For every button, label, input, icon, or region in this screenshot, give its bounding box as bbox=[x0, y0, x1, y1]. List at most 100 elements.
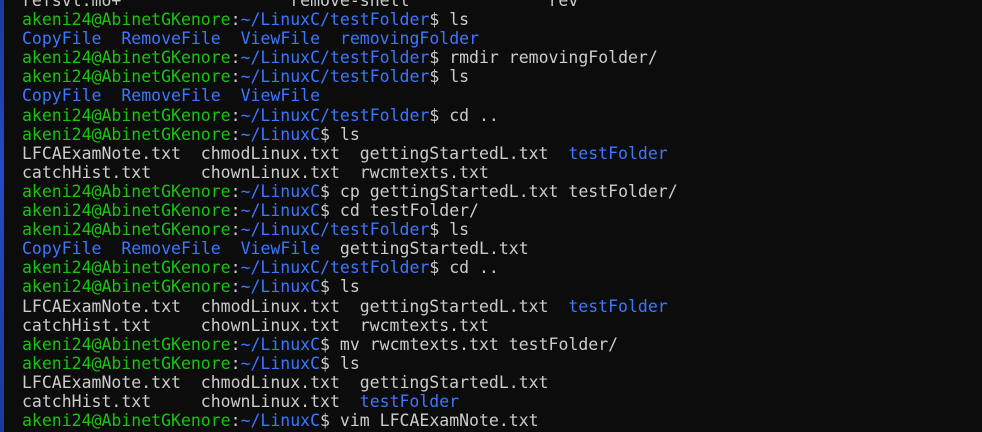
command-line: akeni24@AbinetGKenore:~/LinuxC/testFolde… bbox=[22, 106, 678, 125]
prompt-user: akeni24@AbinetGKenore bbox=[22, 353, 231, 373]
prompt-path: ~/LinuxC bbox=[240, 334, 321, 354]
prompt-separator: : bbox=[230, 181, 241, 201]
command-text: cd .. bbox=[449, 258, 499, 278]
command-text: ls bbox=[339, 353, 360, 373]
prompt-symbol: $ bbox=[320, 201, 340, 221]
command-text: vim LFCAExamNote.txt bbox=[339, 411, 539, 431]
output-line: catchHist.txt chownLinux.txt testFolder bbox=[22, 392, 678, 411]
output-line: catchHist.txt chownLinux.txt rwcmtexts.t… bbox=[22, 316, 678, 335]
command-text: rmdir removingFolder/ bbox=[449, 48, 658, 68]
prompt-symbol: $ bbox=[429, 258, 450, 278]
prompt-separator: : bbox=[230, 105, 241, 125]
prompt-user: akeni24@AbinetGKenore bbox=[22, 334, 231, 354]
output-text: LFCAExamNote.txt chmodLinux.txt gettingS… bbox=[22, 296, 569, 316]
output-text: gettingStartedL.txt bbox=[320, 239, 529, 259]
prompt-separator: : bbox=[230, 67, 241, 87]
prompt-path: ~/LinuxC bbox=[240, 353, 321, 373]
output-text: remove-shell rev bbox=[121, 0, 579, 10]
prompt-symbol: $ bbox=[320, 353, 340, 373]
prompt-path: ~/LinuxC bbox=[240, 277, 321, 297]
command-text: ls bbox=[339, 277, 360, 297]
directory-entry: CopyFile bbox=[22, 29, 102, 49]
command-line: akeni24@AbinetGKenore:~/LinuxC/testFolde… bbox=[22, 258, 678, 277]
output-line: CopyFile RemoveFile ViewFile removingFol… bbox=[22, 29, 678, 48]
command-line: akeni24@AbinetGKenore:~/LinuxC/testFolde… bbox=[22, 220, 678, 239]
prompt-symbol: $ bbox=[320, 411, 340, 431]
output-text: LFCAExamNote.txt chmodLinux.txt gettingS… bbox=[22, 143, 569, 163]
prompt-user: akeni24@AbinetGKenore bbox=[22, 220, 231, 240]
directory-entry: ViewFile bbox=[240, 86, 321, 106]
prompt-symbol: $ bbox=[320, 181, 340, 201]
command-line: akeni24@AbinetGKenore:~/LinuxC/testFolde… bbox=[22, 10, 678, 29]
output-text: catchHist.txt chownLinux.txt rwcmtexts.t… bbox=[22, 315, 489, 335]
directory-entry: RemoveFile bbox=[121, 29, 221, 49]
prompt-path: ~/LinuxC bbox=[240, 201, 321, 221]
command-line: akeni24@AbinetGKenore:~/LinuxC/testFolde… bbox=[22, 67, 678, 86]
directory-entry: RemoveFile bbox=[121, 239, 221, 259]
command-text: ls bbox=[339, 124, 360, 144]
output-text: catchHist.txt chownLinux.txt bbox=[22, 391, 360, 411]
prompt-separator: : bbox=[230, 277, 241, 297]
prompt-path: ~/LinuxC/testFolder bbox=[240, 67, 430, 87]
prompt-separator: : bbox=[230, 201, 241, 221]
prompt-path: ~/LinuxC bbox=[240, 124, 321, 144]
command-line: akeni24@AbinetGKenore:~/LinuxC$ ls bbox=[22, 354, 678, 373]
prompt-separator: : bbox=[230, 220, 241, 240]
output-text: catchHist.txt chownLinux.txt rwcmtexts.t… bbox=[22, 162, 489, 182]
output-line: catchHist.txt chownLinux.txt rwcmtexts.t… bbox=[22, 163, 678, 182]
output-line: LFCAExamNote.txt chmodLinux.txt gettingS… bbox=[22, 373, 678, 392]
prompt-user: akeni24@AbinetGKenore bbox=[22, 411, 231, 431]
prompt-user: akeni24@AbinetGKenore bbox=[22, 201, 231, 221]
terminal-window[interactable]: refsvl.mo+ remove-shell rev akeni24@Abine… bbox=[0, 0, 982, 432]
command-text: mv rwcmtexts.txt testFolder/ bbox=[339, 334, 619, 354]
prompt-user: akeni24@AbinetGKenore bbox=[22, 67, 231, 87]
prompt-symbol: $ bbox=[429, 48, 450, 68]
prompt-separator: : bbox=[230, 334, 241, 354]
prompt-user: akeni24@AbinetGKenore bbox=[22, 124, 231, 144]
prompt-path: ~/LinuxC bbox=[240, 411, 321, 431]
prompt-user: akeni24@AbinetGKenore bbox=[22, 10, 231, 30]
prompt-symbol: $ bbox=[429, 67, 450, 87]
prompt-path: ~/LinuxC/testFolder bbox=[240, 105, 430, 125]
command-text: cp gettingStartedL.txt testFolder/ bbox=[339, 181, 678, 201]
prompt-symbol: $ bbox=[320, 334, 340, 354]
command-text: ls bbox=[449, 10, 470, 30]
directory-entry: ViewFile bbox=[240, 29, 321, 49]
prompt-user: akeni24@AbinetGKenore bbox=[22, 181, 231, 201]
output-text: refsvl.mo+ bbox=[22, 0, 122, 10]
directory-entry: RemoveFile bbox=[121, 86, 221, 106]
prompt-path: ~/LinuxC/testFolder bbox=[240, 258, 430, 278]
directory-entry: CopyFile bbox=[22, 86, 102, 106]
prompt-path: ~/LinuxC bbox=[240, 181, 321, 201]
directory-entry: ViewFile bbox=[240, 239, 321, 259]
prompt-path: ~/LinuxC/testFolder bbox=[240, 10, 430, 30]
output-line: LFCAExamNote.txt chmodLinux.txt gettingS… bbox=[22, 297, 678, 316]
window-edge bbox=[0, 0, 4, 432]
output-text: LFCAExamNote.txt chmodLinux.txt gettingS… bbox=[22, 372, 549, 392]
prompt-symbol: $ bbox=[320, 124, 340, 144]
command-line: akeni24@AbinetGKenore:~/LinuxC$ cd testF… bbox=[22, 201, 678, 220]
command-line: akeni24@AbinetGKenore:~/LinuxC$ ls bbox=[22, 277, 678, 296]
prompt-user: akeni24@AbinetGKenore bbox=[22, 277, 231, 297]
command-line: akeni24@AbinetGKenore:~/LinuxC$ mv rwcmt… bbox=[22, 335, 678, 354]
directory-entry: testFolder bbox=[359, 391, 460, 411]
prompt-user: akeni24@AbinetGKenore bbox=[22, 258, 231, 278]
command-line: akeni24@AbinetGKenore:~/LinuxC$ ls bbox=[22, 125, 678, 144]
prompt-separator: : bbox=[230, 124, 241, 144]
prompt-separator: : bbox=[230, 48, 241, 68]
prompt-symbol: $ bbox=[320, 277, 340, 297]
prompt-separator: : bbox=[230, 411, 241, 431]
command-text: ls bbox=[449, 67, 470, 87]
directory-entry: CopyFile bbox=[22, 239, 102, 259]
prompt-separator: : bbox=[230, 258, 241, 278]
output-line: refsvl.mo+ remove-shell rev bbox=[22, 0, 678, 10]
directory-entry: removingFolder bbox=[339, 29, 480, 49]
command-line: akeni24@AbinetGKenore:~/LinuxC$ cp getti… bbox=[22, 182, 678, 201]
